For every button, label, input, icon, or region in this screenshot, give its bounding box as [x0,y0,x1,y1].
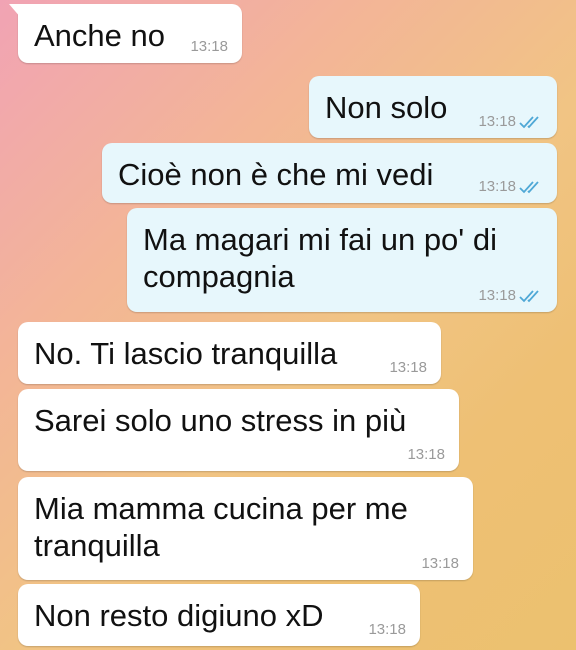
message-meta: 13:18 [407,447,445,463]
message-meta: 13:18 [421,556,459,572]
message-text: Non resto digiuno xD [34,598,324,633]
message-meta: 13:18 [190,39,228,55]
message-meta: 13:18 [368,622,406,638]
message-timestamp: 13:18 [478,178,516,195]
message-meta: 13:18 [478,179,543,195]
message-bubble-incoming[interactable]: Mia mamma cucina per me tranquilla 13:18 [18,477,473,580]
message-timestamp: 13:18 [407,446,445,463]
message-meta: 13:18 [478,114,543,130]
message-text: Mia mamma cucina per me tranquilla [34,491,408,563]
message-timestamp: 13:18 [389,359,427,376]
message-bubble-outgoing[interactable]: Non solo 13:18 [309,76,557,138]
message-timestamp: 13:18 [368,621,406,638]
message-meta: 13:18 [389,360,427,376]
double-check-icon [519,116,539,129]
message-text: Sarei solo uno stress in più [34,403,407,438]
message-text: No. Ti lascio tranquilla [34,336,338,371]
message-timestamp: 13:18 [478,113,516,130]
double-check-icon [519,181,539,194]
message-text: Ma magari mi fai un po' di compagnia [143,222,497,294]
message-timestamp: 13:18 [190,38,228,55]
double-check-icon [519,290,539,303]
message-bubble-outgoing[interactable]: Cioè non è che mi vedi 13:18 [102,143,557,203]
message-meta: 13:18 [478,288,543,304]
message-bubble-outgoing[interactable]: Ma magari mi fai un po' di compagnia 13:… [127,208,557,312]
message-bubble-incoming[interactable]: Anche no 13:18 [9,4,242,63]
message-bubble-incoming[interactable]: No. Ti lascio tranquilla 13:18 [18,322,441,384]
message-bubble-incoming[interactable]: Sarei solo uno stress in più 13:18 [18,389,459,471]
message-timestamp: 13:18 [421,555,459,572]
bubble-tail [9,4,21,18]
message-timestamp: 13:18 [478,287,516,304]
message-bubble-incoming[interactable]: Non resto digiuno xD 13:18 [18,584,420,646]
